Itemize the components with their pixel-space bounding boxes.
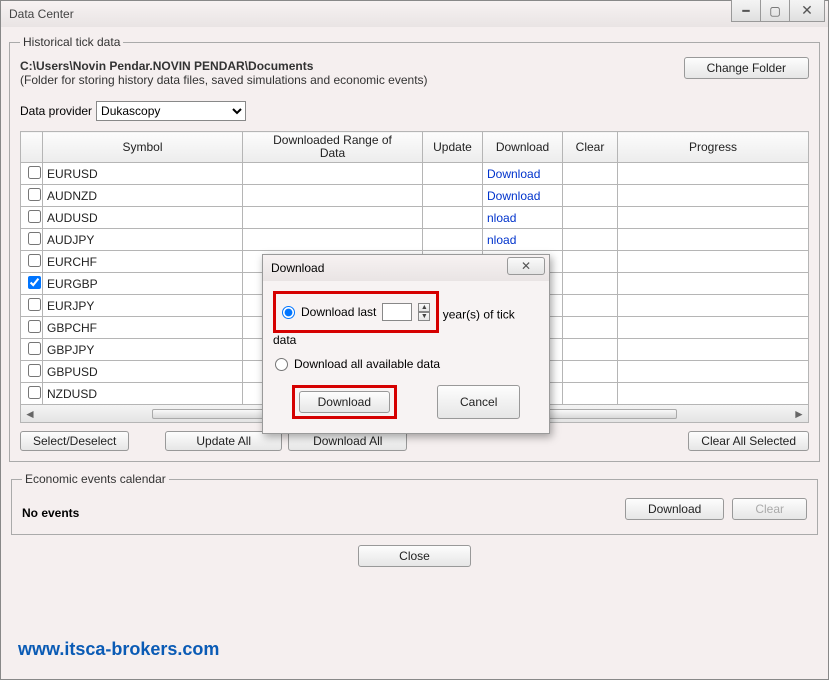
years-spinner[interactable]: ▲▼ bbox=[418, 303, 430, 321]
years-input[interactable] bbox=[382, 303, 412, 321]
row-checkbox[interactable] bbox=[28, 342, 41, 355]
col-symbol: Symbol bbox=[43, 132, 243, 163]
dialog-close-icon[interactable]: ✕ bbox=[507, 257, 545, 275]
select-deselect-button[interactable]: Select/Deselect bbox=[20, 431, 129, 451]
col-progress: Progress bbox=[618, 132, 809, 163]
update-all-button[interactable]: Update All bbox=[165, 431, 282, 451]
minimize-icon[interactable]: ━ bbox=[731, 0, 761, 22]
folder-path: C:\Users\Novin Pendar.NOVIN PENDAR\Docum… bbox=[20, 59, 428, 73]
radio-download-last[interactable] bbox=[282, 306, 295, 319]
provider-label: Data provider bbox=[20, 104, 92, 118]
provider-select[interactable]: Dukascopy bbox=[96, 101, 246, 121]
dialog-title: Download bbox=[271, 261, 324, 275]
download-all-button[interactable]: Download All bbox=[288, 431, 407, 451]
economic-download-button[interactable]: Download bbox=[625, 498, 724, 520]
col-range: Downloaded Range ofData bbox=[243, 132, 423, 163]
row-checkbox[interactable] bbox=[28, 188, 41, 201]
row-checkbox[interactable] bbox=[28, 254, 41, 267]
row-checkbox[interactable] bbox=[28, 232, 41, 245]
highlight-download-button: Download bbox=[292, 385, 397, 419]
row-download-link[interactable]: Download bbox=[487, 189, 540, 203]
row-symbol: GBPUSD bbox=[43, 361, 243, 383]
row-symbol: GBPCHF bbox=[43, 317, 243, 339]
close-icon[interactable]: ✕ bbox=[789, 0, 825, 22]
change-folder-button[interactable]: Change Folder bbox=[684, 57, 809, 79]
row-symbol: AUDJPY bbox=[43, 229, 243, 251]
scroll-right-icon[interactable]: ► bbox=[790, 407, 808, 421]
row-checkbox[interactable] bbox=[28, 166, 41, 179]
row-symbol: EURGBP bbox=[43, 273, 243, 295]
economic-group: Economic events calendar No events Downl… bbox=[11, 472, 818, 535]
row-symbol: EURJPY bbox=[43, 295, 243, 317]
close-button[interactable]: Close bbox=[358, 545, 471, 567]
download-dialog: Download ✕ Download last ▲▼ year(s) of t… bbox=[262, 254, 550, 434]
row-symbol: GBPJPY bbox=[43, 339, 243, 361]
dialog-download-button[interactable]: Download bbox=[299, 391, 390, 413]
economic-clear-button[interactable]: Clear bbox=[732, 498, 807, 520]
watermark: www.itsca-brokers.com bbox=[18, 639, 219, 660]
row-download-link[interactable]: nload bbox=[487, 233, 516, 247]
col-clear: Clear bbox=[563, 132, 618, 163]
table-row: EURUSD Download bbox=[21, 163, 809, 185]
radio-download-last-label: Download last bbox=[301, 305, 376, 319]
col-update: Update bbox=[423, 132, 483, 163]
highlight-radio-last: Download last ▲▼ bbox=[273, 291, 439, 333]
row-checkbox[interactable] bbox=[28, 210, 41, 223]
economic-legend: Economic events calendar bbox=[22, 472, 169, 486]
no-events-label: No events bbox=[22, 506, 79, 520]
row-symbol: NZDUSD bbox=[43, 383, 243, 405]
clear-all-selected-button[interactable]: Clear All Selected bbox=[688, 431, 809, 451]
scroll-left-icon[interactable]: ◄ bbox=[21, 407, 39, 421]
maximize-icon[interactable]: ▢ bbox=[760, 0, 790, 22]
col-download: Download bbox=[483, 132, 563, 163]
radio-download-all[interactable] bbox=[275, 358, 288, 371]
folder-note: (Folder for storing history data files, … bbox=[20, 73, 428, 87]
row-symbol: EURUSD bbox=[43, 163, 243, 185]
table-row: AUDJPY nload bbox=[21, 229, 809, 251]
row-symbol: AUDUSD bbox=[43, 207, 243, 229]
row-checkbox[interactable] bbox=[28, 364, 41, 377]
row-checkbox[interactable] bbox=[28, 386, 41, 399]
row-checkbox[interactable] bbox=[28, 320, 41, 333]
row-download-link[interactable]: nload bbox=[487, 211, 516, 225]
historical-legend: Historical tick data bbox=[20, 35, 123, 49]
row-download-link[interactable]: Download bbox=[487, 167, 540, 181]
row-checkbox[interactable] bbox=[28, 298, 41, 311]
window-title: Data Center bbox=[9, 7, 74, 21]
row-checkbox[interactable] bbox=[28, 276, 41, 289]
row-symbol: AUDNZD bbox=[43, 185, 243, 207]
dialog-cancel-button[interactable]: Cancel bbox=[437, 385, 520, 419]
table-row: AUDNZD Download bbox=[21, 185, 809, 207]
row-symbol: EURCHF bbox=[43, 251, 243, 273]
table-row: AUDUSD nload bbox=[21, 207, 809, 229]
radio-download-all-label: Download all available data bbox=[294, 357, 440, 371]
